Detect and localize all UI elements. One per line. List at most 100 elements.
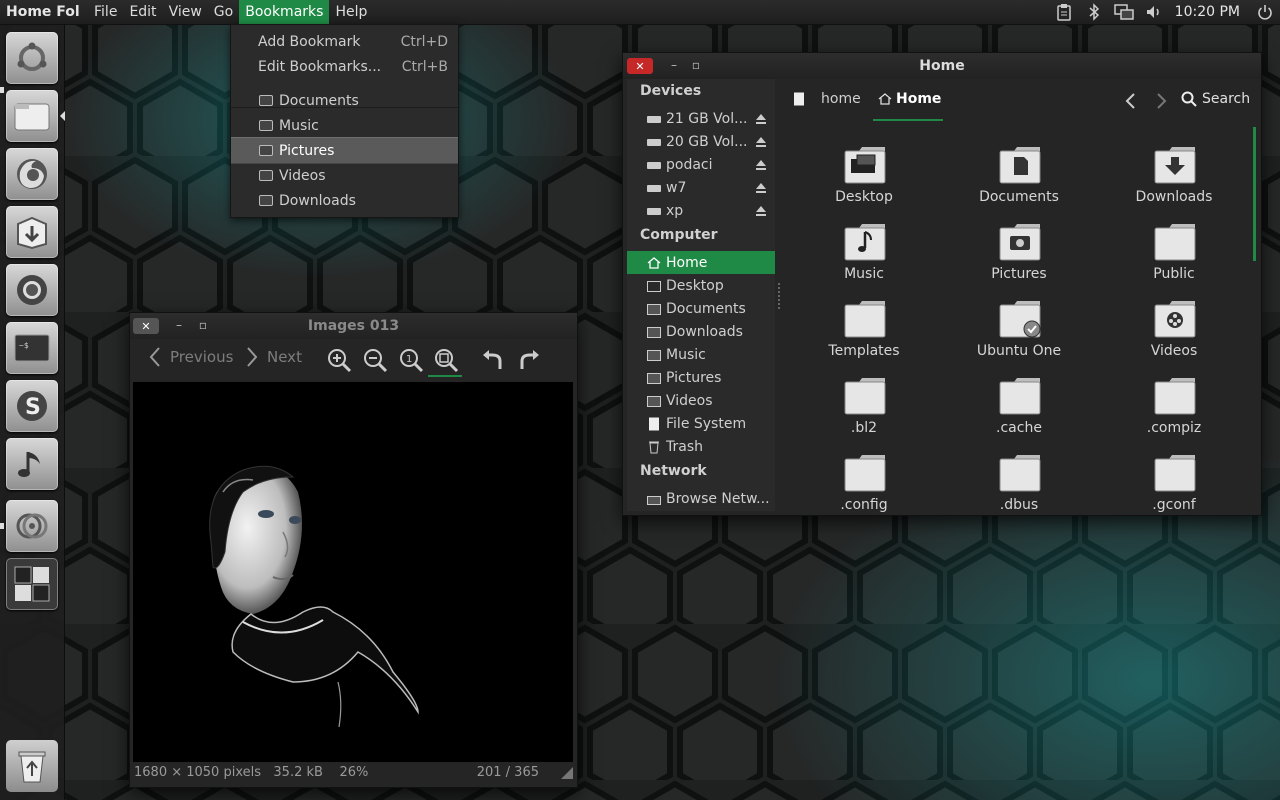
eject-icon[interactable] xyxy=(755,205,767,217)
file-name: Music xyxy=(844,266,884,282)
next-label: Next xyxy=(267,348,302,366)
computer-header: Computer xyxy=(640,227,718,243)
sidebar-item-file-system[interactable]: File System xyxy=(627,412,775,435)
bookmark-videos[interactable]: Videos xyxy=(231,163,458,188)
videos-folder-icon xyxy=(647,395,661,407)
file-item[interactable]: .dbus xyxy=(959,445,1079,517)
zoom-out-icon[interactable] xyxy=(362,347,388,373)
file-item[interactable]: Videos xyxy=(1114,291,1234,363)
sidebar-item-music[interactable]: Music xyxy=(627,343,775,366)
forward-arrow-icon[interactable] xyxy=(1153,91,1169,111)
file-manager-window: ✕ – ▫ Home Devices 21 GB Vol... 20 GB Vo… xyxy=(622,52,1262,516)
sidebar-resize-handle[interactable] xyxy=(778,283,782,309)
sidebar-item-device[interactable]: xp xyxy=(627,199,775,222)
svg-text:1: 1 xyxy=(406,354,412,365)
file-item[interactable]: Desktop xyxy=(804,137,924,209)
sidebar-item-desktop[interactable]: Desktop xyxy=(627,274,775,297)
chromium-icon[interactable] xyxy=(6,264,58,316)
file-item[interactable]: Pictures xyxy=(959,214,1079,286)
eject-icon[interactable] xyxy=(755,136,767,148)
file-item[interactable]: Ubuntu One xyxy=(959,291,1079,363)
displayed-image[interactable] xyxy=(133,382,573,762)
launcher: ~$ S xyxy=(0,24,65,800)
previous-button[interactable]: Previous xyxy=(148,345,233,369)
active-zoom-indicator xyxy=(428,375,462,377)
ubuntu-dash-icon[interactable] xyxy=(6,32,58,84)
file-item[interactable]: Public xyxy=(1114,214,1234,286)
zoom-fit-icon[interactable] xyxy=(433,347,459,373)
sidebar-item-label: Documents xyxy=(666,300,746,317)
rotate-left-icon[interactable] xyxy=(480,347,506,373)
terminal-icon[interactable]: ~$ xyxy=(6,322,58,374)
sidebar-item-videos[interactable]: Videos xyxy=(627,389,775,412)
bookmarks-menu: Add Bookmark Ctrl+D Edit Bookmarks... Ct… xyxy=(230,24,459,218)
volume-icon[interactable] xyxy=(1139,0,1169,24)
software-center-icon[interactable] xyxy=(6,206,58,258)
desktop-folder-icon xyxy=(647,280,661,292)
menu-view[interactable]: View xyxy=(163,0,208,24)
trash-icon[interactable] xyxy=(6,740,58,792)
previous-arrow-icon xyxy=(149,347,160,367)
sidebar-item-documents[interactable]: Documents xyxy=(627,297,775,320)
add-bookmark-item[interactable]: Add Bookmark Ctrl+D xyxy=(231,29,458,54)
sidebar-item-downloads[interactable]: Downloads xyxy=(627,320,775,343)
sidebar-item-device[interactable]: w7 xyxy=(627,176,775,199)
eject-icon[interactable] xyxy=(755,182,767,194)
bluetooth-icon[interactable] xyxy=(1079,0,1109,24)
sidebar-item-home[interactable]: Home xyxy=(627,251,775,274)
documents-folder-icon xyxy=(647,303,661,315)
sidebar-item-device[interactable]: podaci xyxy=(627,153,775,176)
disc-burner-icon[interactable] xyxy=(6,500,58,552)
workspace-switcher-icon[interactable] xyxy=(6,558,58,610)
rotate-right-icon[interactable] xyxy=(516,347,542,373)
sidebar-item-trash[interactable]: Trash xyxy=(627,435,775,458)
file-item[interactable]: .gconf xyxy=(1114,445,1234,517)
path-button-root[interactable]: home xyxy=(793,91,861,107)
sidebar-item-pictures[interactable]: Pictures xyxy=(627,366,775,389)
menu-go[interactable]: Go xyxy=(208,0,239,24)
music-player-icon[interactable] xyxy=(6,438,58,490)
bookmark-downloads[interactable]: Downloads xyxy=(231,188,458,213)
zoom-100-icon[interactable]: 1 xyxy=(398,347,424,373)
bookmark-documents[interactable]: Documents xyxy=(231,88,458,113)
file-item[interactable]: Templates xyxy=(804,291,924,363)
sidebar-item-device[interactable]: 21 GB Vol... xyxy=(627,107,775,130)
file-manager-toolbar: home Home Search xyxy=(783,79,1257,123)
sidebar-item-label: 20 GB Vol... xyxy=(666,133,746,150)
power-icon[interactable] xyxy=(1250,0,1280,24)
sidebar-item-label: Videos xyxy=(666,392,713,409)
path-button-home[interactable]: Home xyxy=(878,91,941,107)
network-icon[interactable] xyxy=(1109,0,1139,24)
sidebar-item-browse-network[interactable]: Browse Netw... xyxy=(627,487,775,510)
file-name: .gconf xyxy=(1152,497,1196,513)
bookmark-pictures[interactable]: Pictures xyxy=(231,137,458,164)
file-item[interactable]: .cache xyxy=(959,368,1079,440)
search-button[interactable]: Search xyxy=(1181,91,1250,107)
file-item[interactable]: .bl2 xyxy=(804,368,924,440)
menu-bookmarks[interactable]: Bookmarks xyxy=(239,0,330,24)
file-item[interactable]: Downloads xyxy=(1114,137,1234,209)
edit-bookmarks-item[interactable]: Edit Bookmarks... Ctrl+B xyxy=(231,54,458,79)
menu-file[interactable]: File xyxy=(88,0,123,24)
bookmark-label: Videos xyxy=(279,167,326,184)
menu-edit[interactable]: Edit xyxy=(123,0,162,24)
firefox-icon[interactable] xyxy=(6,148,58,200)
clock[interactable]: 10:20 PM xyxy=(1169,4,1250,20)
menu-help[interactable]: Help xyxy=(329,0,373,24)
eject-icon[interactable] xyxy=(755,113,767,125)
skype-icon[interactable]: S xyxy=(6,380,58,432)
clipboard-icon[interactable] xyxy=(1049,0,1079,24)
sidebar-item-device[interactable]: 20 GB Vol... xyxy=(627,130,775,153)
file-item[interactable]: .config xyxy=(804,445,924,517)
file-item[interactable]: Documents xyxy=(959,137,1079,209)
files-icon[interactable] xyxy=(6,90,58,142)
eject-icon[interactable] xyxy=(755,159,767,171)
bookmark-music[interactable]: Music xyxy=(231,113,458,138)
scrollbar[interactable] xyxy=(1253,127,1256,261)
resize-grip-icon[interactable] xyxy=(561,767,573,779)
back-arrow-icon[interactable] xyxy=(1123,91,1139,111)
file-item[interactable]: Music xyxy=(804,214,924,286)
file-item[interactable]: .compiz xyxy=(1114,368,1234,440)
zoom-in-icon[interactable] xyxy=(326,347,352,373)
next-button[interactable]: Next xyxy=(245,345,302,369)
